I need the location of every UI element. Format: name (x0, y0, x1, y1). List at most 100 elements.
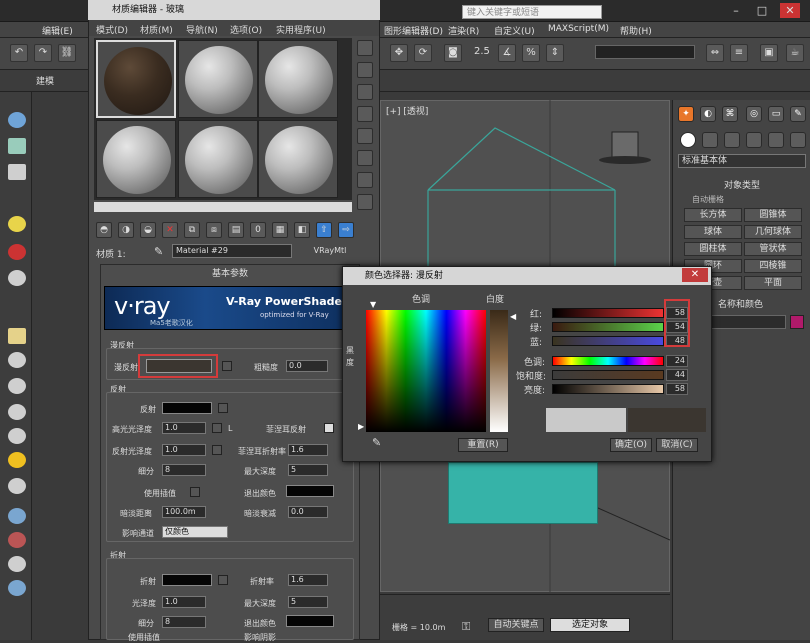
copy-material-icon[interactable]: ⧉ (184, 222, 200, 238)
hue-blackness-picker[interactable] (366, 310, 486, 432)
fresnel-reflect-checkbox[interactable] (324, 423, 334, 433)
refract-subdivs-spinner[interactable]: 8 (162, 616, 206, 628)
whiteness-slider[interactable] (490, 310, 508, 432)
assign-material-icon[interactable]: ◒ (140, 222, 156, 238)
dim-distance-spinner[interactable]: 100.0m (162, 506, 206, 518)
refract-map-button[interactable] (218, 575, 228, 585)
sample-slot-3[interactable] (258, 40, 338, 118)
whiteness-pointer-icon[interactable]: ◀ (510, 312, 516, 321)
move-icon[interactable]: ✥ (390, 44, 408, 62)
geosphere-button[interactable]: 几何球体 (744, 225, 802, 239)
me-menu-navigation[interactable]: 导航(N) (186, 23, 218, 36)
affect-channels-dropdown[interactable]: 仅颜色 (162, 526, 228, 538)
create-tab-icon[interactable]: ✦ (678, 106, 694, 122)
display-tab-icon[interactable]: ▭ (768, 106, 784, 122)
render-setup-icon[interactable]: ▣ (760, 44, 778, 62)
hilight-gloss-map[interactable] (212, 423, 222, 433)
geometry-category-icon[interactable] (680, 132, 696, 148)
sphere-button[interactable]: 球体 (684, 225, 742, 239)
reflect-map-button[interactable] (218, 403, 228, 413)
sample-scrollbar[interactable] (94, 202, 352, 212)
tube-button[interactable]: 管状体 (744, 242, 802, 256)
menu-rendering[interactable]: 渲染(R) (448, 24, 479, 37)
refract-exit-color-swatch[interactable] (286, 615, 334, 627)
options-icon[interactable] (357, 172, 373, 188)
close-button[interactable]: ✕ (780, 3, 800, 18)
menu-graph-editors[interactable]: 图形编辑器(D) (384, 24, 443, 37)
select-by-material-icon[interactable] (357, 194, 373, 210)
redo-icon[interactable]: ↷ (34, 44, 52, 62)
percent-snap-icon[interactable]: % (522, 44, 540, 62)
selection-filter-dropdown[interactable]: 选定对象 (550, 618, 630, 632)
light-icon[interactable] (8, 216, 26, 232)
hue-slider[interactable] (552, 356, 664, 366)
show-end-result-icon[interactable]: ◧ (294, 222, 310, 238)
reflect-max-depth-spinner[interactable]: 5 (288, 464, 328, 476)
hilight-lock-label[interactable]: L (228, 424, 232, 433)
cancel-button[interactable]: 取消(C) (656, 438, 698, 452)
helper-icon[interactable] (8, 270, 26, 286)
named-selection-dropdown[interactable] (595, 45, 695, 59)
box-primitive-icon[interactable] (8, 328, 26, 344)
diffuse-map-button[interactable] (222, 361, 232, 371)
value-value[interactable]: 58 (666, 383, 688, 395)
make-preview-icon[interactable] (357, 150, 373, 166)
menu-edit[interactable]: 编辑(E) (42, 24, 73, 37)
cylinder-button[interactable]: 圆柱体 (684, 242, 742, 256)
value-slider[interactable] (552, 384, 664, 394)
search-input[interactable]: 键入关键字或短语 (462, 5, 602, 19)
put-to-scene-icon[interactable]: ◑ (118, 222, 134, 238)
video-color-icon[interactable] (357, 128, 373, 144)
object-type-header[interactable]: 对象类型 (678, 178, 806, 191)
reset-map-icon[interactable]: ✕ (162, 222, 178, 238)
cone-button[interactable]: 圆锥体 (744, 208, 802, 222)
sample-type-icon[interactable] (357, 40, 373, 56)
render-icon[interactable]: ☕ (786, 44, 804, 62)
show-map-icon[interactable]: ▦ (272, 222, 288, 238)
me-menu-modes[interactable]: 模式(D) (96, 23, 128, 36)
go-to-parent-icon[interactable]: ⇧ (316, 222, 332, 238)
sample-slot-6[interactable] (258, 120, 338, 198)
autogrid-checkbox[interactable]: 自动栅格 (692, 194, 724, 205)
spinner-snap-icon[interactable]: ⇕ (546, 44, 564, 62)
menu-help[interactable]: 帮助(H) (620, 24, 652, 37)
sun-icon[interactable] (8, 452, 26, 468)
pyramid-primitive-icon[interactable] (8, 556, 26, 572)
sphere-primitive-icon[interactable] (8, 352, 26, 368)
auto-key-button[interactable]: 自动关键点 (488, 618, 544, 632)
minimize-button[interactable]: – (726, 3, 746, 18)
plane-primitive-icon[interactable] (8, 580, 26, 596)
ribbon-tab-modeling[interactable]: 建模 (36, 74, 54, 87)
object-color-swatch[interactable] (790, 315, 804, 329)
angle-snap-icon[interactable]: ∡ (498, 44, 516, 62)
refr-gloss-spinner[interactable]: 1.0 (162, 596, 206, 608)
sample-slot-2[interactable] (178, 40, 258, 118)
blue-slider[interactable] (552, 336, 664, 346)
utilities-tab-icon[interactable]: ✎ (790, 106, 806, 122)
lights-category-icon[interactable] (724, 132, 740, 148)
link-icon[interactable]: ⛓ (58, 44, 76, 62)
green-slider[interactable] (552, 322, 664, 332)
me-menu-utilities[interactable]: 实用程序(U) (276, 23, 326, 36)
undo-icon[interactable]: ↶ (10, 44, 28, 62)
ok-button[interactable]: 确定(O) (610, 438, 652, 452)
plane-button[interactable]: 平面 (744, 276, 802, 290)
use-interp-checkbox[interactable] (190, 487, 200, 497)
name-color-header[interactable]: 名称和颜色 (718, 297, 763, 310)
sample-slot-1[interactable] (96, 40, 176, 118)
cameras-category-icon[interactable] (746, 132, 762, 148)
refract-color-swatch[interactable] (162, 574, 212, 586)
mirror-icon[interactable]: ⇔ (706, 44, 724, 62)
blackness-pointer-icon[interactable]: ▶ (358, 422, 364, 431)
torus-primitive-icon[interactable] (8, 404, 26, 420)
sample-uv-icon[interactable] (357, 106, 373, 122)
put-to-library-icon[interactable]: ▤ (228, 222, 244, 238)
reset-button[interactable]: 重置(R) (458, 438, 508, 452)
eyedropper-icon[interactable]: ✎ (372, 436, 381, 449)
helpers-category-icon[interactable] (768, 132, 784, 148)
primitive-type-dropdown[interactable]: 标准基本体 (678, 154, 806, 168)
get-material-icon[interactable]: ◓ (96, 222, 112, 238)
list-icon[interactable] (8, 164, 26, 180)
backlight-icon[interactable] (357, 62, 373, 78)
refl-gloss-map[interactable] (212, 445, 222, 455)
